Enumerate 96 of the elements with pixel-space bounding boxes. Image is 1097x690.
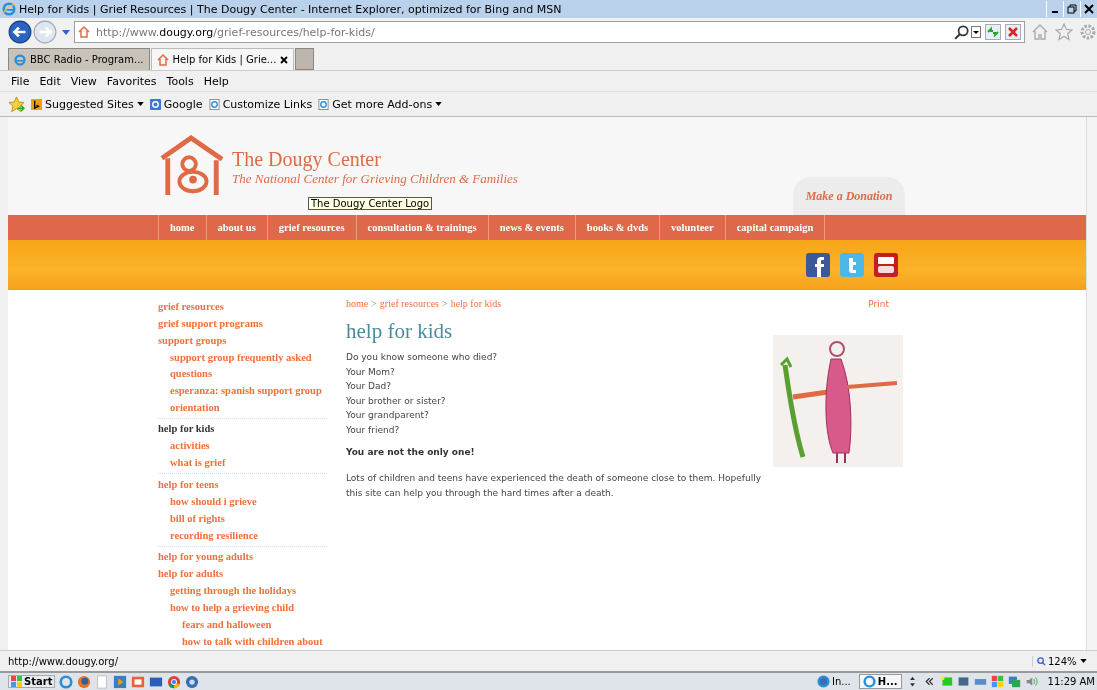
sidebar-link[interactable]: how should i grieve [170, 493, 327, 510]
new-tab-button[interactable] [295, 48, 315, 70]
sidebar-link[interactable]: how to talk with children about [182, 634, 327, 650]
windows-flag-icon [11, 676, 22, 687]
site-tagline: The National Center for Grieving Children & Families [232, 170, 518, 187]
favorites-link[interactable]: Customize Links [222, 97, 313, 111]
sidebar-link[interactable]: activities [170, 438, 327, 454]
house-icon [156, 53, 169, 66]
menu-item[interactable]: Edit [34, 74, 66, 88]
sidebar-link[interactable]: what is grief [170, 455, 327, 471]
menu-item[interactable]: View [65, 74, 102, 88]
sidebar-link[interactable]: help for teens [158, 476, 327, 493]
sidebar-link[interactable]: esperanza: spanish support group [170, 382, 327, 399]
menu-item[interactable]: Favorites [101, 74, 162, 88]
speaker-icon[interactable] [1024, 675, 1038, 688]
caret-icon[interactable] [1080, 659, 1087, 663]
chrome-style-taskbar-icon[interactable] [167, 674, 182, 689]
caret-icon[interactable] [435, 102, 443, 106]
sidebar-link[interactable]: bill of rights [170, 510, 327, 527]
breadcrumb-link[interactable]: home [346, 298, 369, 309]
status-url: http://www.dougy.org/ [8, 655, 119, 667]
history-dropdown-icon[interactable] [62, 29, 70, 35]
favorites-link[interactable]: Suggested Sites [45, 97, 134, 111]
sidebar-link[interactable]: getting through the holidays [170, 583, 327, 599]
browser-taskbar-icon[interactable] [59, 674, 74, 689]
print-link[interactable]: Print [868, 298, 889, 309]
favorites-link[interactable]: Get more Add-ons [332, 97, 433, 111]
search-icon[interactable] [954, 24, 970, 40]
media-player-taskbar-icon[interactable] [113, 674, 128, 689]
double-chevron-icon[interactable] [922, 675, 936, 688]
menu-item[interactable]: Help [198, 74, 234, 88]
favorites-link[interactable]: Google [163, 97, 203, 111]
breadcrumb-separator: > [371, 298, 377, 309]
star-icon[interactable] [1055, 23, 1073, 41]
question-text: Your Mom? [346, 365, 396, 379]
page-heading: help for kids [346, 319, 454, 344]
sidebar-link[interactable]: help for adults [158, 566, 327, 582]
close-icon[interactable] [1084, 4, 1094, 14]
sidebar-link[interactable]: support groups [158, 332, 327, 349]
browser-logo-icon [14, 53, 26, 66]
close-tab-icon[interactable] [280, 55, 289, 64]
app-icon [862, 675, 876, 688]
breadcrumb-separator: > [442, 298, 448, 309]
windows-flag-tray-icon[interactable] [990, 675, 1004, 688]
question-text: Your friend? [346, 423, 401, 437]
ring-logo-icon [149, 98, 161, 110]
sidebar-link[interactable]: grief support programs [158, 315, 327, 332]
sidebar-link[interactable]: help for young adults [158, 549, 327, 565]
sidebar-link[interactable]: how to help a grieving child [170, 600, 327, 616]
body-paragraph: Lots of children and teens have experienced the death of someone close to them. Hopefully this site can help you through the hard times after a death. [346, 472, 763, 500]
clock: 11:29 AM [1046, 676, 1096, 687]
presentation-taskbar-icon[interactable] [131, 674, 146, 689]
facebook-icon[interactable] [806, 253, 830, 277]
question-text: Your brother or sister? [346, 394, 447, 408]
browser-tab[interactable]: Help for Kids | Grie... [150, 48, 295, 70]
menu-item[interactable]: File [6, 74, 35, 88]
b-logo-icon [31, 98, 42, 110]
page-icon [318, 98, 330, 110]
stop-icon[interactable] [1005, 24, 1021, 40]
breadcrumb-link[interactable]: help for kids [450, 298, 502, 309]
twitter-icon[interactable] [840, 253, 864, 277]
fox-browser-taskbar-icon[interactable] [77, 674, 92, 689]
house-icon [78, 26, 90, 38]
sidebar-link[interactable]: fears and halloween [182, 617, 327, 633]
sidebar-link[interactable]: orientation [170, 399, 327, 416]
display-tray-icon[interactable] [956, 675, 970, 688]
mail-bird-taskbar-icon[interactable] [185, 674, 200, 689]
taskbar-button[interactable]: H... [858, 674, 902, 689]
browser-logo-icon [2, 2, 16, 16]
address-field[interactable]: http://www.dougy.org/grief-resources/help-for-kids/ [74, 21, 1025, 43]
page-icon [208, 98, 220, 110]
sidebar-link[interactable]: recording resilience [170, 527, 327, 544]
window-title: Help for Kids | Grief Resources | The Dougy Center - Internet Explorer, optimized for Bing and MSN [19, 2, 562, 16]
zoom-control[interactable]: 124% [1032, 655, 1097, 667]
sidebar-link[interactable]: grief resources [158, 298, 327, 315]
restore-icon[interactable] [1067, 4, 1077, 14]
start-button[interactable]: Start [8, 675, 56, 688]
menu-item[interactable]: Tools [161, 74, 199, 88]
back-button[interactable] [8, 20, 32, 44]
site-name[interactable]: The Dougy Center [232, 147, 518, 171]
question-text: Do you know someone who died? [346, 351, 499, 364]
sidebar-link[interactable]: help for kids [158, 421, 327, 437]
tooltip: The Dougy Center Logo [308, 197, 433, 210]
favorites-star-icon[interactable] [8, 95, 25, 113]
question-text: Your grandparent? [346, 409, 430, 422]
caret-icon[interactable] [136, 102, 144, 106]
network-tray-icon[interactable] [1007, 675, 1021, 688]
taskbar-button[interactable]: In... [812, 674, 855, 689]
question-text: Your Dad? [346, 380, 392, 393]
emphasis-text: You are not the only one! [346, 447, 476, 457]
browser-tab[interactable]: BBC Radio - Program... [8, 48, 150, 70]
donate-button[interactable]: Make a Donation [793, 177, 905, 215]
dropdown-icon[interactable] [971, 26, 981, 38]
magnifier-icon [1037, 656, 1046, 666]
app-icon [816, 675, 830, 688]
breadcrumb-link[interactable]: grief resources [379, 298, 439, 309]
